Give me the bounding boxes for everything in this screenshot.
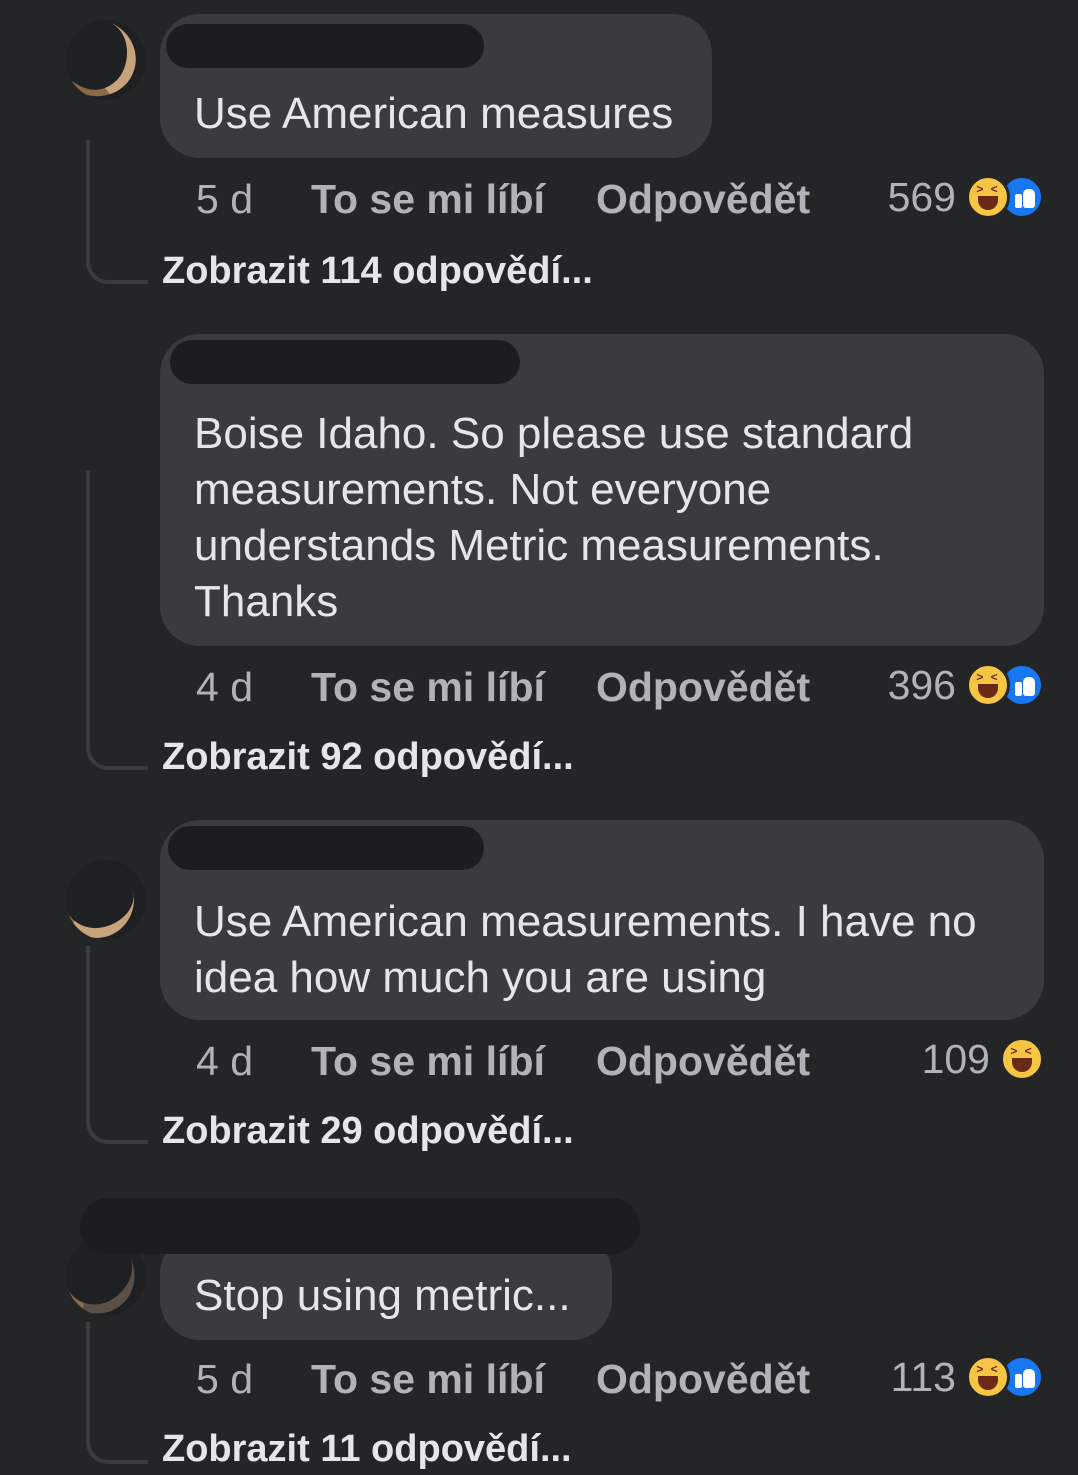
comment-timestamp[interactable]: 4 d [196, 1038, 311, 1085]
reaction-summary[interactable]: 569 [888, 172, 1044, 222]
reply-button[interactable]: Odpovědět [596, 1038, 846, 1085]
comment-actions: 4 d To se mi líbí Odpovědět [196, 1036, 846, 1086]
haha-icon [966, 175, 1010, 219]
reply-button[interactable]: Odpovědět [596, 664, 846, 711]
avatar[interactable] [66, 330, 146, 410]
view-replies-link[interactable]: Zobrazit 29 odpovědí... [162, 1110, 574, 1153]
comment-bubble[interactable]: Use American measures [160, 14, 712, 158]
comment-timestamp[interactable]: 5 d [196, 1356, 311, 1403]
haha-icon [966, 1355, 1010, 1399]
reaction-summary[interactable]: 396 [888, 660, 1044, 710]
avatar[interactable] [66, 20, 146, 100]
like-button[interactable]: To se mi líbí [311, 1356, 596, 1403]
thread-line [86, 140, 148, 284]
comment-actions: 5 d To se mi líbí Odpovědět [196, 174, 846, 224]
reaction-count: 113 [890, 1353, 956, 1400]
reply-button[interactable]: Odpovědět [596, 1356, 846, 1403]
like-button[interactable]: To se mi líbí [311, 176, 596, 223]
haha-icon [1000, 1037, 1044, 1081]
redacted-name [170, 340, 520, 384]
view-replies-link[interactable]: Zobrazit 92 odpovědí... [162, 736, 574, 779]
thread-line [86, 470, 148, 770]
view-replies-link[interactable]: Zobrazit 114 odpovědí... [162, 250, 593, 293]
redacted-name [166, 24, 484, 68]
thread-line [86, 946, 148, 1144]
comment-actions: 5 d To se mi líbí Odpovědět [196, 1354, 846, 1404]
reply-button[interactable]: Odpovědět [596, 176, 846, 223]
comment-text: Boise Idaho. So please use standard meas… [194, 409, 914, 626]
thread-line [86, 1322, 148, 1464]
reaction-count: 569 [887, 173, 956, 220]
avatar[interactable] [66, 860, 146, 940]
comment-timestamp[interactable]: 4 d [196, 664, 311, 711]
comment-text: Stop using metric... [194, 1271, 571, 1320]
reaction-summary[interactable]: 113 [891, 1352, 1044, 1402]
like-button[interactable]: To se mi líbí [311, 664, 596, 711]
comment-timestamp[interactable]: 5 d [196, 176, 311, 223]
redacted-name [168, 826, 484, 870]
reaction-count: 396 [887, 661, 956, 708]
haha-icon [966, 663, 1010, 707]
comment-actions: 4 d To se mi líbí Odpovědět [196, 662, 846, 712]
comment-text: Use American measurements. I have no ide… [194, 897, 977, 1002]
like-button[interactable]: To se mi líbí [311, 1038, 596, 1085]
reaction-summary[interactable]: 109 [922, 1034, 1044, 1084]
redacted-name [80, 1198, 640, 1254]
comment-text: Use American measures [194, 89, 674, 138]
view-replies-link[interactable]: Zobrazit 11 odpovědí... [162, 1428, 572, 1471]
reaction-count: 109 [921, 1035, 990, 1082]
